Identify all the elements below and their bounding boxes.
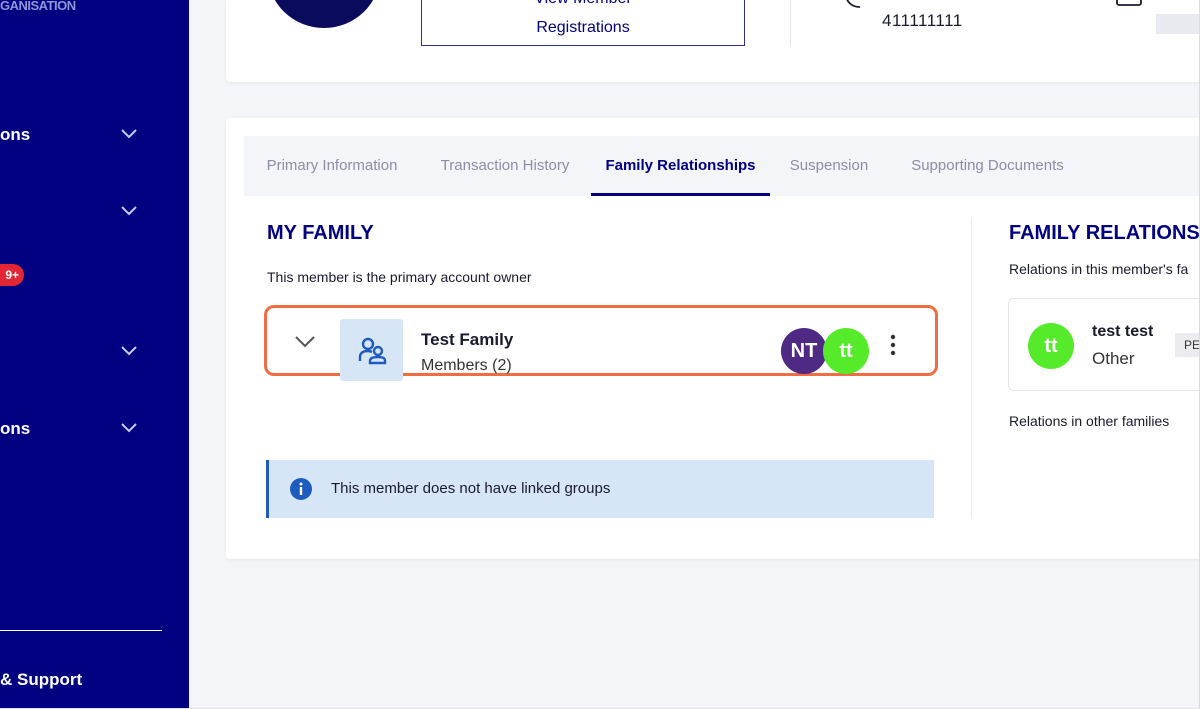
other-families-label: Relations in other families: [1009, 413, 1170, 429]
member-header-card: View Member Registrations 411111111: [226, 0, 1200, 82]
family-members-count: Members (2): [421, 357, 512, 374]
chevron-down-icon: [121, 423, 137, 433]
more-vertical-icon[interactable]: [887, 332, 899, 360]
info-banner-text: This member does not have linked groups: [331, 480, 611, 497]
tab-transaction-history[interactable]: Transaction History: [437, 136, 573, 196]
sidebar-item-help-support[interactable]: & Support: [0, 670, 82, 690]
avatar: tt: [1028, 323, 1074, 369]
my-family-title: MY FAMILY: [267, 222, 374, 244]
tab-bar: Primary Information Transaction History …: [244, 136, 1200, 196]
family-icon-box: [340, 319, 403, 381]
tab-family-relationships[interactable]: Family Relationships: [591, 136, 770, 196]
chevron-down-icon: [121, 206, 137, 216]
chevron-down-icon[interactable]: [293, 332, 317, 350]
sidebar-item-3[interactable]: [0, 337, 189, 367]
relation-type: Other: [1092, 349, 1135, 368]
info-banner: This member does not have linked groups: [266, 460, 934, 518]
tab-supporting-documents[interactable]: Supporting Documents: [905, 136, 1070, 196]
chevron-down-icon: [121, 129, 137, 139]
family-users-icon: [358, 337, 387, 365]
header-placeholder: [1156, 14, 1200, 34]
family-row[interactable]: Test Family Members (2) NT tt: [264, 305, 938, 381]
relation-name: test test: [1092, 323, 1154, 340]
info-icon: [290, 478, 312, 500]
sidebar-item-1[interactable]: ons: [0, 120, 189, 150]
sidebar: GANISATION ons 9+ ons & Support: [0, 0, 189, 709]
family-name: Test Family: [421, 330, 514, 349]
tab-suspension[interactable]: Suspension: [787, 136, 871, 196]
avatar: tt: [823, 328, 869, 374]
relation-card[interactable]: tt test test Other PE: [1008, 298, 1200, 391]
mail-icon: [1116, 0, 1142, 6]
sidebar-divider: [0, 630, 162, 631]
member-details-card: Primary Information Transaction History …: [226, 118, 1200, 559]
button-label-line2: Registrations: [536, 19, 630, 36]
header-divider: [790, 0, 791, 46]
family-relations-subtitle: Relations in this member's fa: [1009, 261, 1189, 277]
sidebar-item-2[interactable]: [0, 197, 189, 227]
notification-badge: 9+: [0, 264, 24, 286]
view-member-registrations-button[interactable]: View Member Registrations: [421, 0, 745, 46]
primary-owner-note: This member is the primary account owner: [267, 269, 532, 285]
tab-primary-information[interactable]: Primary Information: [262, 136, 402, 196]
member-avatar: [268, 0, 380, 28]
relation-badge: PE: [1175, 333, 1200, 357]
sidebar-item-label: ons: [0, 419, 31, 438]
family-relations-title: FAMILY RELATIONS: [1009, 222, 1200, 244]
sidebar-item-label: ons: [0, 125, 31, 144]
button-label-line1: View Member: [422, 0, 744, 8]
phone-icon: [846, 0, 861, 8]
chevron-down-icon: [121, 346, 137, 356]
sidebar-org-label: GANISATION: [0, 0, 76, 13]
sidebar-item-4[interactable]: ons: [0, 414, 189, 444]
column-divider: [971, 218, 972, 518]
avatar: NT: [781, 328, 827, 374]
member-phone: 411111111: [882, 11, 963, 30]
